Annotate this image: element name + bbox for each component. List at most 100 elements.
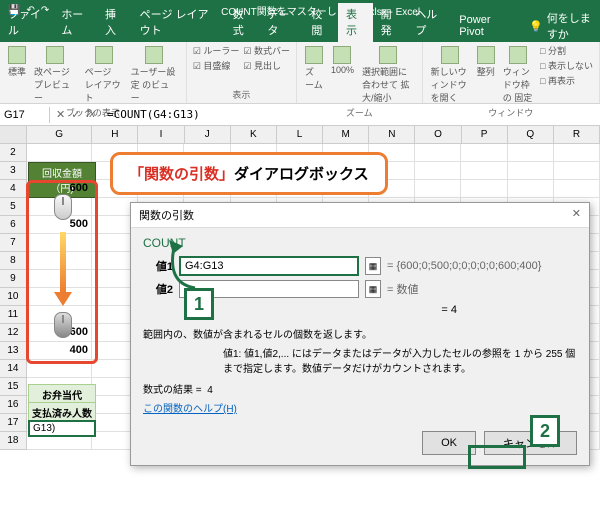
tell-me[interactable]: 💡 何をしますか bbox=[529, 10, 600, 42]
cell[interactable] bbox=[508, 162, 554, 180]
row-header[interactable]: 10 bbox=[0, 288, 27, 306]
row-header[interactable]: 2 bbox=[0, 144, 27, 162]
col-header[interactable]: O bbox=[415, 126, 461, 143]
cell-value[interactable]: 400 bbox=[30, 344, 92, 356]
tab-layout[interactable]: ページ レイアウト bbox=[132, 3, 225, 42]
chk-headings[interactable]: ☑ 見出し bbox=[243, 59, 290, 72]
col-header[interactable]: I bbox=[138, 126, 184, 143]
zoom-100-button[interactable]: 100% bbox=[329, 44, 356, 77]
col-header[interactable]: R bbox=[554, 126, 600, 143]
tab-data[interactable]: データ bbox=[259, 3, 303, 42]
cell[interactable] bbox=[554, 162, 600, 180]
row-header[interactable]: 15 bbox=[0, 378, 27, 396]
cell[interactable] bbox=[461, 162, 507, 180]
cell[interactable] bbox=[461, 180, 507, 198]
callout-2: 2 bbox=[530, 415, 560, 447]
hide-toggle[interactable]: □ 表示しない bbox=[540, 59, 593, 72]
zoom-button[interactable]: ズーム bbox=[303, 44, 325, 93]
formula-input[interactable]: =COUNT(G4:G13) bbox=[101, 106, 600, 123]
arrange-button[interactable]: 整列 bbox=[475, 44, 497, 80]
row-header[interactable]: 16 bbox=[0, 396, 27, 414]
freeze-panes-button[interactable]: ウィンドウ枠の 固定 bbox=[501, 44, 536, 106]
chk-grid[interactable]: ☑ 目盛線 bbox=[193, 59, 240, 72]
cell-value[interactable]: 600 bbox=[30, 182, 92, 194]
annotation-box: 「関数の引数」ダイアログボックス bbox=[110, 152, 388, 195]
dialog-title: 関数の引数 bbox=[139, 207, 194, 223]
cell[interactable] bbox=[415, 144, 461, 162]
col-header[interactable]: G bbox=[27, 126, 92, 143]
tab-review[interactable]: 校閲 bbox=[303, 3, 338, 42]
cell[interactable] bbox=[554, 180, 600, 198]
tab-insert[interactable]: 挿入 bbox=[97, 3, 132, 42]
cell[interactable] bbox=[554, 144, 600, 162]
tab-help[interactable]: ヘルプ bbox=[407, 3, 451, 42]
ribbon-tabs: ファイル ホーム 挿入 ページ レイアウト 数式 データ 校閲 表示 開発 ヘル… bbox=[0, 20, 600, 42]
col-header[interactable]: M bbox=[323, 126, 369, 143]
row-header[interactable]: 9 bbox=[0, 270, 27, 288]
cell[interactable] bbox=[27, 144, 92, 162]
view-custom-button[interactable]: ユーザー設定 のビュー bbox=[129, 44, 180, 106]
row-header[interactable]: 13 bbox=[0, 342, 27, 360]
col-header[interactable]: Q bbox=[508, 126, 554, 143]
col-header[interactable]: H bbox=[92, 126, 138, 143]
new-window-button[interactable]: 新しいウィンドウ を開く bbox=[429, 44, 471, 106]
formula-bar: G17 ✕ ✓ fx =COUNT(G4:G13) bbox=[0, 104, 600, 126]
chk-formula-bar[interactable]: ☑ 数式バー bbox=[243, 44, 290, 57]
row-header[interactable]: 17 bbox=[0, 414, 27, 432]
row-header[interactable]: 12 bbox=[0, 324, 27, 342]
tab-powerpivot[interactable]: Power Pivot bbox=[451, 11, 517, 42]
arrow-curve-icon bbox=[155, 238, 215, 293]
row-header[interactable]: 14 bbox=[0, 360, 27, 378]
split-toggle[interactable]: □ 分割 bbox=[540, 44, 593, 57]
zoom-selection-button[interactable]: 選択範囲に合わせて 拡大/縮小 bbox=[360, 44, 416, 106]
arg2-result: = 数値 bbox=[387, 281, 418, 297]
view-normal-button[interactable]: 標準 bbox=[6, 44, 28, 80]
tab-formulas[interactable]: 数式 bbox=[225, 3, 260, 42]
view-pagebreak-button[interactable]: 改ページ プレビュー bbox=[32, 44, 79, 106]
col-header[interactable]: P bbox=[462, 126, 508, 143]
cell[interactable] bbox=[461, 144, 507, 162]
select-all-corner[interactable] bbox=[0, 126, 27, 143]
view-pagelayout-button[interactable]: ページ レイアウト bbox=[83, 44, 125, 106]
cell[interactable] bbox=[508, 144, 554, 162]
active-cell[interactable]: G13) bbox=[28, 420, 96, 437]
row-header[interactable]: 5 bbox=[0, 198, 27, 216]
col-header[interactable]: J bbox=[185, 126, 231, 143]
chk-ruler[interactable]: ☑ ルーラー bbox=[193, 44, 240, 57]
row-header[interactable]: 4 bbox=[0, 180, 27, 198]
collapse-icon[interactable]: ▦ bbox=[365, 280, 381, 298]
row-header[interactable]: 3 bbox=[0, 162, 27, 180]
mouse-icon bbox=[52, 194, 74, 224]
arrow-down-icon bbox=[58, 232, 68, 306]
name-box[interactable]: G17 bbox=[0, 107, 50, 123]
tab-file[interactable]: ファイル bbox=[0, 3, 53, 42]
row-header[interactable]: 18 bbox=[0, 432, 27, 450]
cell[interactable] bbox=[508, 180, 554, 198]
formula-result: 数式の結果 = 4 bbox=[143, 381, 577, 396]
lightbulb-icon: 💡 bbox=[529, 20, 543, 33]
row-header[interactable]: 6 bbox=[0, 216, 27, 234]
ok-highlight bbox=[468, 445, 526, 469]
row-header[interactable]: 11 bbox=[0, 306, 27, 324]
argument-description: 値1: 値1,値2,... にはデータまたはデータが入力したセルの参照を 1 か… bbox=[223, 345, 577, 375]
ribbon-body: 標準 改ページ プレビュー ページ レイアウト ユーザー設定 のビュー ブックの… bbox=[0, 42, 600, 104]
col-header[interactable]: L bbox=[277, 126, 323, 143]
row-header[interactable]: 7 bbox=[0, 234, 27, 252]
help-link[interactable]: この関数のヘルプ(H) bbox=[143, 404, 237, 415]
tab-developer[interactable]: 開発 bbox=[373, 3, 408, 42]
cell[interactable] bbox=[415, 180, 461, 198]
col-header[interactable]: K bbox=[231, 126, 277, 143]
col-header[interactable]: N bbox=[369, 126, 415, 143]
fx-icon[interactable]: fx bbox=[86, 108, 95, 121]
arg1-result: = {600;0;500;0;0;0;0;0;600;400} bbox=[387, 260, 541, 272]
function-description: 範囲内の、数値が含まれるセルの個数を返します。 bbox=[143, 326, 577, 341]
enter-icon[interactable]: ✓ bbox=[71, 108, 80, 121]
collapse-icon[interactable]: ▦ bbox=[365, 257, 381, 275]
unhide-toggle[interactable]: □ 再表示 bbox=[540, 74, 593, 87]
cell[interactable] bbox=[415, 162, 461, 180]
tab-view[interactable]: 表示 bbox=[338, 3, 373, 42]
close-icon[interactable]: ✕ bbox=[572, 207, 581, 223]
row-header[interactable]: 8 bbox=[0, 252, 27, 270]
cancel-icon[interactable]: ✕ bbox=[56, 108, 65, 121]
tab-home[interactable]: ホーム bbox=[53, 3, 97, 42]
